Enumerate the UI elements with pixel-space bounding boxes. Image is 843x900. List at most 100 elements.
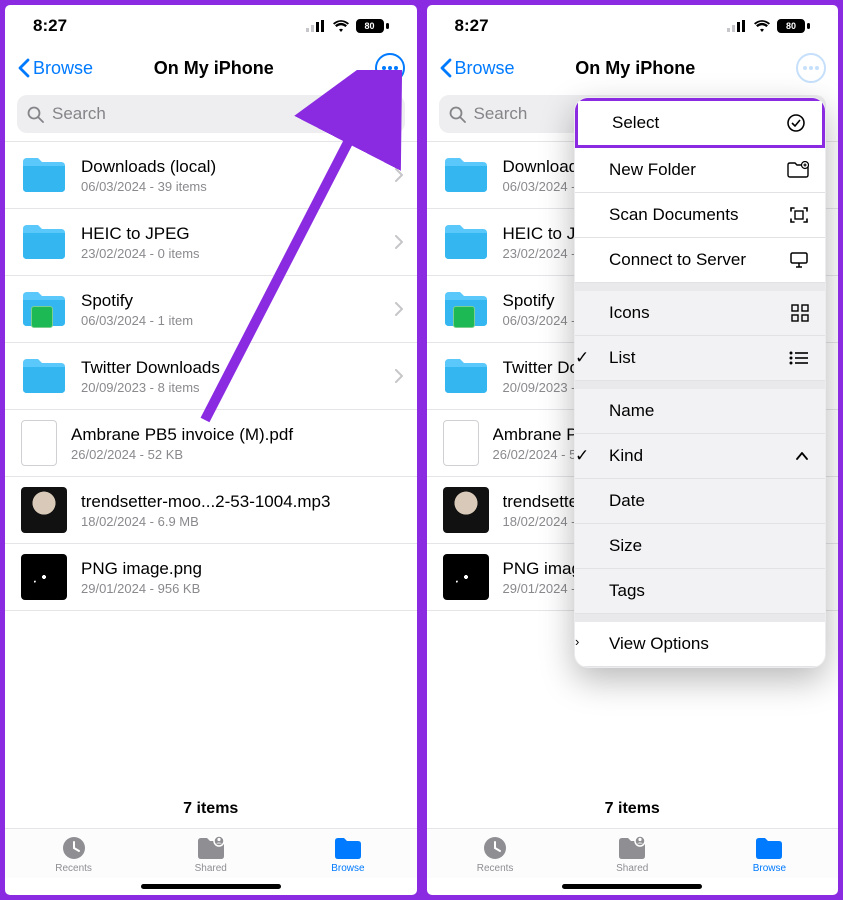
document-icon xyxy=(443,420,479,466)
search-input[interactable] xyxy=(52,104,373,124)
cellular-icon xyxy=(727,20,747,32)
list-item[interactable]: trendsetter-moo...2-53-1004.mp3 18/02/202… xyxy=(5,477,417,544)
list-icon xyxy=(787,351,809,365)
cellular-icon xyxy=(306,20,326,32)
new-folder-icon xyxy=(787,161,809,179)
chevron-right-icon xyxy=(395,302,403,316)
ellipsis-icon xyxy=(382,66,398,70)
search-bar[interactable] xyxy=(17,95,405,133)
item-meta: 23/02/2024 - 0 items xyxy=(81,246,381,261)
page-title: On My iPhone xyxy=(475,58,796,79)
back-label: Browse xyxy=(455,58,515,79)
menu-scan-documents[interactable]: Scan Documents xyxy=(575,193,825,238)
tab-bar: Recents Shared Browse xyxy=(5,828,417,878)
folder-icon xyxy=(21,152,67,198)
list-item[interactable]: Downloads (local)06/03/2024 - 39 items xyxy=(5,141,417,209)
list-item[interactable]: Twitter Downloads 20/09/2023 - 8 items xyxy=(5,343,417,410)
tab-label: Recents xyxy=(477,863,514,874)
status-bar: 8:27 80 xyxy=(5,5,417,45)
home-indicator xyxy=(141,884,281,889)
ellipsis-icon xyxy=(803,66,819,70)
image-thumbnail xyxy=(21,554,67,600)
chevron-left-icon xyxy=(17,58,31,78)
item-meta: 06/03/2024 - 1 item xyxy=(81,313,381,328)
folder-icon xyxy=(443,152,489,198)
folder-icon xyxy=(21,353,67,399)
tab-bar: Recents Shared Browse xyxy=(427,828,839,878)
menu-sort-name[interactable]: Name xyxy=(575,389,825,434)
menu-sort-size[interactable]: Size xyxy=(575,524,825,569)
menu-connect-server[interactable]: Connect to Server xyxy=(575,238,825,283)
item-name: Twitter Downloads xyxy=(81,358,381,378)
item-meta: 18/02/2024 - 6.9 MB xyxy=(81,514,403,529)
menu-view-icons[interactable]: Icons xyxy=(575,291,825,336)
list-item[interactable]: HEIC to JPEG 23/02/2024 - 0 items xyxy=(5,209,417,276)
folder-spotify-icon xyxy=(443,286,489,332)
tab-label: Shared xyxy=(616,863,648,874)
item-name: PNG image.png xyxy=(81,559,403,579)
tab-browse[interactable]: Browse xyxy=(279,835,416,874)
list-item[interactable]: Spotify 06/03/2024 - 1 item xyxy=(5,276,417,343)
item-name: HEIC to JPEG xyxy=(81,224,381,244)
tab-recents[interactable]: Recents xyxy=(427,835,564,874)
item-meta: 26/02/2024 - 52 KB xyxy=(71,447,403,462)
tab-browse[interactable]: Browse xyxy=(701,835,838,874)
menu-sort-tags[interactable]: Tags xyxy=(575,569,825,614)
tab-label: Recents xyxy=(55,863,92,874)
document-icon xyxy=(21,420,57,466)
browse-folder-icon xyxy=(333,835,363,861)
item-meta: 06/03/2024 - 39 items xyxy=(81,179,381,194)
menu-select[interactable]: Select xyxy=(574,97,826,150)
search-icon xyxy=(27,106,44,123)
chevron-right-icon xyxy=(395,168,403,182)
tab-shared[interactable]: Shared xyxy=(142,835,279,874)
screenshot-right: 8:27 80 Browse On My iPhone Downloads (l… xyxy=(422,0,843,900)
mic-icon[interactable] xyxy=(381,104,395,124)
tab-recents[interactable]: Recents xyxy=(5,835,142,874)
status-time: 8:27 xyxy=(455,16,489,36)
tab-label: Shared xyxy=(195,863,227,874)
tab-label: Browse xyxy=(753,863,786,874)
scan-icon xyxy=(787,205,809,225)
item-name: Ambrane PB5 invoice (M).pdf xyxy=(71,425,403,445)
nav-bar: Browse On My iPhone xyxy=(5,45,417,89)
folder-icon xyxy=(21,219,67,265)
clock-icon xyxy=(60,835,88,861)
audio-thumbnail xyxy=(21,487,67,533)
menu-view-list[interactable]: ✓List xyxy=(575,336,825,381)
menu-view-options[interactable]: ›View Options xyxy=(575,622,825,667)
menu-sort-date[interactable]: Date xyxy=(575,479,825,524)
list-item[interactable]: Ambrane PB5 invoice (M).pdf 26/02/2024 - … xyxy=(5,410,417,477)
chevron-right-icon xyxy=(395,369,403,383)
item-meta: 29/01/2024 - 956 KB xyxy=(81,581,403,596)
audio-thumbnail xyxy=(443,487,489,533)
tab-label: Browse xyxy=(331,863,364,874)
home-indicator xyxy=(562,884,702,889)
shared-folder-icon xyxy=(617,835,647,861)
nav-bar: Browse On My iPhone xyxy=(427,45,839,89)
select-circle-icon xyxy=(784,113,806,133)
server-icon xyxy=(787,251,809,269)
more-button[interactable] xyxy=(796,53,826,83)
chevron-left-icon xyxy=(439,58,453,78)
wifi-icon xyxy=(753,20,771,33)
list-item[interactable]: PNG image.png 29/01/2024 - 956 KB xyxy=(5,544,417,611)
chevron-right-icon xyxy=(395,235,403,249)
back-button[interactable]: Browse xyxy=(439,58,515,79)
more-button[interactable] xyxy=(375,53,405,83)
status-time: 8:27 xyxy=(33,16,67,36)
menu-new-folder[interactable]: New Folder xyxy=(575,148,825,193)
browse-folder-icon xyxy=(754,835,784,861)
page-title: On My iPhone xyxy=(53,58,374,79)
file-list: Downloads (local)06/03/2024 - 39 items H… xyxy=(5,141,417,788)
item-count: 7 items xyxy=(427,788,839,828)
menu-sort-kind[interactable]: ✓Kind xyxy=(575,434,825,479)
item-name: Spotify xyxy=(81,291,381,311)
item-name: trendsetter-moo...2-53-1004.mp3 xyxy=(81,492,403,512)
grid-icon xyxy=(787,304,809,322)
item-meta: 20/09/2023 - 8 items xyxy=(81,380,381,395)
status-bar: 8:27 80 xyxy=(427,5,839,45)
tab-shared[interactable]: Shared xyxy=(564,835,701,874)
image-thumbnail xyxy=(443,554,489,600)
folder-icon xyxy=(443,219,489,265)
